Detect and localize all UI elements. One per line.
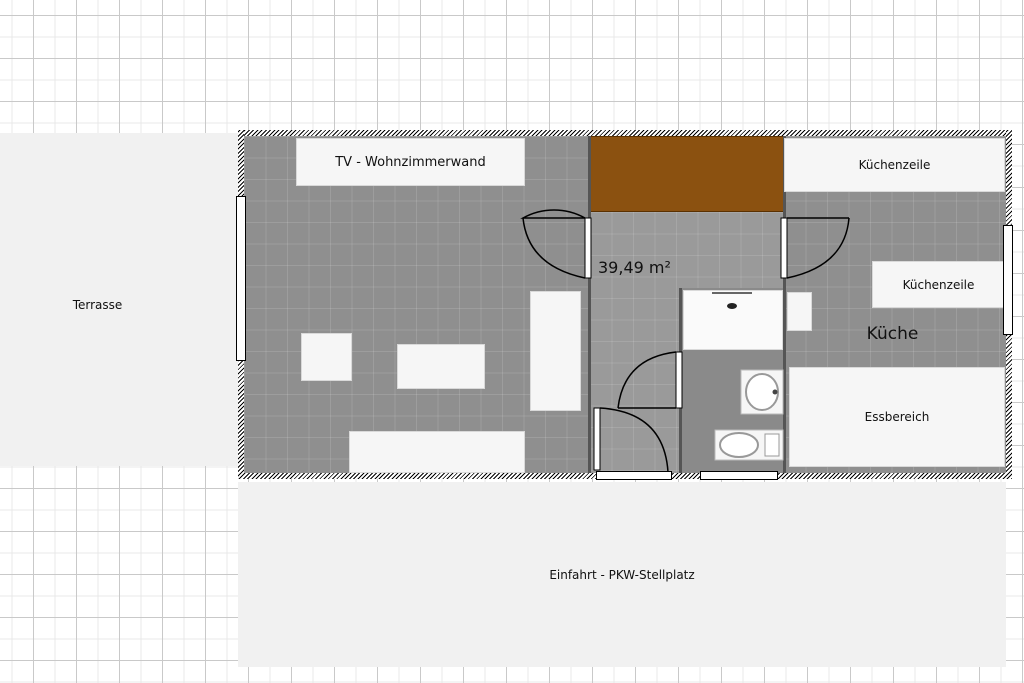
small-cabinet[interactable] bbox=[787, 292, 812, 331]
terrace-label: Terrasse bbox=[72, 298, 123, 312]
door-hall-kitchen[interactable] bbox=[779, 216, 855, 280]
exterior-wall-top bbox=[238, 130, 1012, 136]
shower-tray[interactable] bbox=[683, 290, 783, 350]
washbasin-icon[interactable] bbox=[740, 369, 784, 415]
interior-wall-hall-left bbox=[588, 136, 591, 473]
door-entrance-opening bbox=[596, 471, 672, 480]
window-right[interactable] bbox=[1003, 225, 1013, 335]
room-area-label: 39,49 m² bbox=[598, 257, 671, 277]
toilet-icon[interactable] bbox=[714, 429, 784, 461]
kitchen-label: Küche bbox=[866, 324, 919, 344]
kitchen-counter-right[interactable]: Küchenzeile bbox=[872, 261, 1005, 308]
shower-faucet-icon bbox=[712, 292, 752, 299]
door-entrance[interactable] bbox=[593, 406, 674, 476]
armchair[interactable] bbox=[301, 333, 352, 381]
sideboard[interactable] bbox=[349, 431, 525, 473]
sofa[interactable] bbox=[530, 291, 581, 411]
coffee-table[interactable] bbox=[397, 344, 485, 389]
shower-drain-icon bbox=[727, 303, 737, 309]
tv-wall-unit[interactable]: TV - Wohnzimmerwand bbox=[296, 138, 525, 186]
driveway-label: Einfahrt - PKW-Stellplatz bbox=[549, 568, 695, 582]
kitchen-counter-top[interactable]: Küchenzeile bbox=[784, 138, 1005, 192]
window-bottom[interactable] bbox=[700, 471, 778, 480]
window-left[interactable] bbox=[236, 196, 246, 361]
door-bathroom[interactable] bbox=[616, 350, 686, 412]
storage-block[interactable] bbox=[590, 136, 784, 212]
dining-area[interactable]: Essbereich bbox=[789, 367, 1005, 467]
door-living-hall[interactable] bbox=[520, 209, 592, 280]
